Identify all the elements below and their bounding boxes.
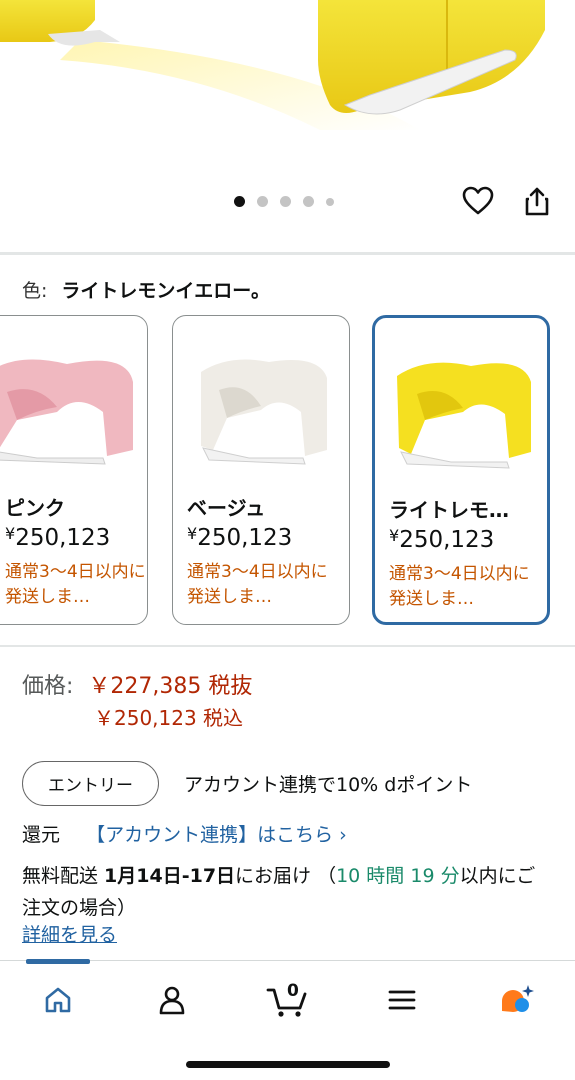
variant-price: ¥250,123: [5, 524, 110, 551]
share-button[interactable]: [520, 184, 554, 218]
order-countdown: 10 時間 19 分: [336, 865, 460, 887]
wishlist-button[interactable]: [461, 184, 495, 218]
carousel-dot[interactable]: [280, 196, 291, 207]
active-tab-indicator: [26, 959, 90, 964]
details-link[interactable]: 詳細を見る: [22, 920, 117, 947]
variant-image: [397, 362, 531, 469]
variant-price: ¥250,123: [187, 524, 292, 551]
carousel-dot[interactable]: [234, 196, 245, 207]
section-divider: [0, 645, 575, 647]
delivery-info: 無料配送 1月14日-17日にお届け （10 時間 19 分以内にご注文の場合）: [22, 860, 552, 924]
carousel-dots: [234, 196, 334, 207]
price-label: 価格:: [22, 674, 74, 699]
account-icon: [159, 986, 185, 1015]
section-divider: [0, 252, 575, 255]
variant-shipping: 通常3～4日以内に発送しま…: [187, 562, 328, 607]
dpoint-promo-text: アカウント連携で10% dポイント: [184, 774, 473, 796]
cart-count: 0: [287, 981, 299, 1001]
variant-shipping: 通常3～4日以内に発送しま…: [5, 562, 146, 607]
menu-icon: [388, 990, 416, 1010]
delivery-date: 1月14日-17日: [104, 865, 236, 887]
entry-button[interactable]: エントリー: [22, 761, 159, 806]
delivery-prefix: 無料配送: [22, 865, 105, 887]
variant-price-value: 250,123: [399, 527, 495, 553]
account-link[interactable]: 【アカウント連携】はこちら ›: [86, 824, 347, 846]
carousel-dot[interactable]: [257, 196, 268, 207]
nav-menu[interactable]: [372, 975, 432, 1025]
point-return-row: 還元 【アカウント連携】はこちら ›: [22, 820, 347, 847]
variant-image: [0, 359, 133, 465]
home-indicator: [186, 1061, 390, 1068]
currency-symbol: ¥: [5, 524, 16, 543]
variant-card-pink[interactable]: ピンク ¥250,123 通常3～4日以内に発送しま…: [0, 315, 148, 625]
point-return-label: 還元: [22, 824, 61, 846]
currency-symbol: ¥: [187, 524, 198, 543]
currency-symbol: ¥: [389, 526, 400, 545]
share-icon: [525, 187, 549, 216]
delivery-suffix: にお届け （: [235, 865, 337, 887]
price-incl-tax: ￥250,123 税込: [94, 706, 244, 730]
variant-price-value: 250,123: [197, 525, 293, 551]
color-variant-list[interactable]: ピンク ¥250,123 通常3～4日以内に発送しま… ベージュ ¥250,12…: [0, 315, 575, 627]
nav-home[interactable]: [28, 975, 88, 1025]
home-icon: [45, 987, 71, 1013]
color-label: 色:: [22, 280, 48, 302]
nav-account[interactable]: [142, 975, 202, 1025]
variant-image: [201, 359, 327, 465]
nav-cart[interactable]: 0: [258, 975, 318, 1025]
color-selector-header: 色: ライトレモンイエロー。: [22, 276, 270, 303]
nav-assistant[interactable]: [486, 975, 546, 1025]
heart-icon: [462, 186, 494, 215]
variant-name: ピンク: [5, 496, 65, 520]
product-image-carousel[interactable]: [0, 0, 575, 252]
carousel-dot[interactable]: [303, 196, 314, 207]
variant-price: ¥250,123: [389, 526, 494, 553]
variant-price-value: 250,123: [15, 525, 111, 551]
product-image: [0, 0, 545, 130]
carousel-dot[interactable]: [326, 197, 334, 206]
color-value: ライトレモンイエロー。: [61, 280, 271, 302]
variant-shipping: 通常3～4日以内に発送しま…: [389, 564, 530, 609]
price-excl-tax: ￥227,385 税抜: [88, 674, 253, 699]
assistant-icon: [502, 985, 534, 1012]
variant-card-beige[interactable]: ベージュ ¥250,123 通常3～4日以内に発送しま…: [172, 315, 350, 625]
price-line-excl: 価格: ￥227,385 税抜: [22, 668, 252, 700]
variant-name: ベージュ: [187, 496, 266, 520]
variant-name: ライトレモ…: [389, 498, 509, 522]
variant-card-light-lemon[interactable]: ライトレモ… ¥250,123 通常3～4日以内に発送しま…: [372, 315, 550, 625]
